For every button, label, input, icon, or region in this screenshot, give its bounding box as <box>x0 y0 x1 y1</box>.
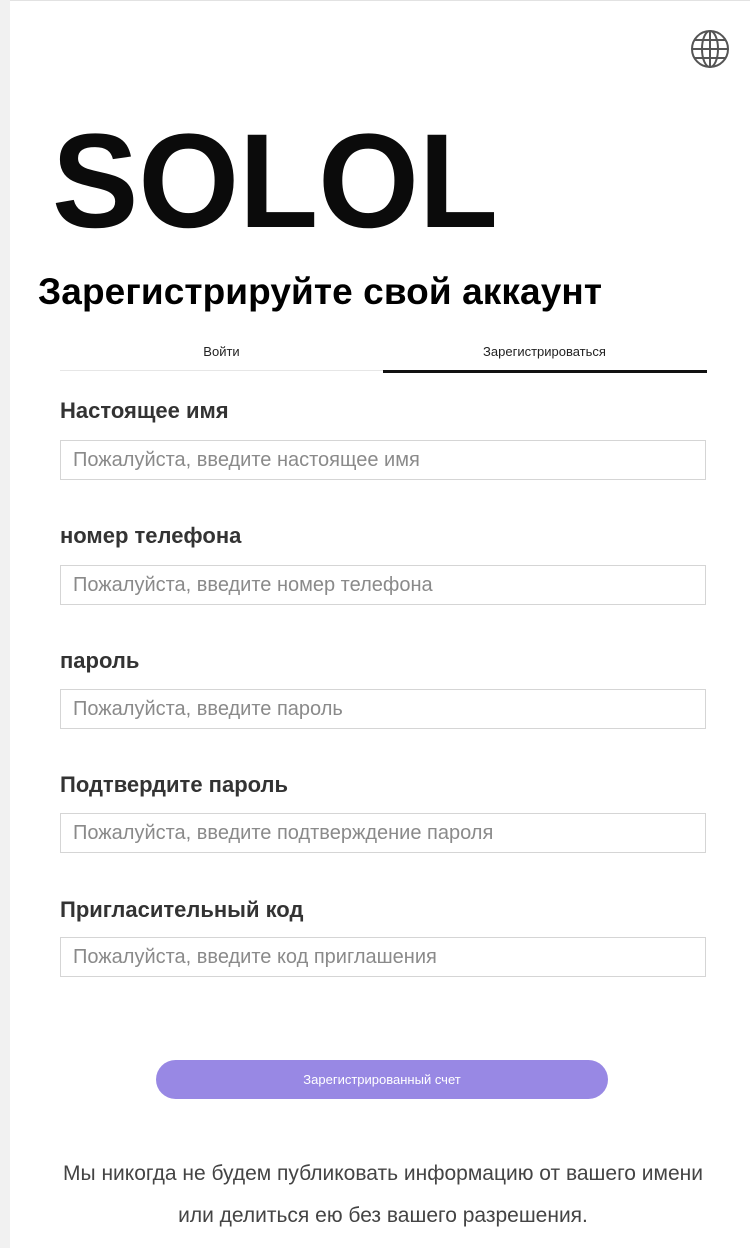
register-button[interactable]: Зарегистрированный счет <box>156 1060 608 1099</box>
confirm-password-input[interactable] <box>60 813 706 853</box>
auth-tabs: Войти Зарегистрироваться <box>60 331 707 373</box>
real-name-input[interactable] <box>60 440 706 480</box>
tab-login-label: Войти <box>203 343 240 359</box>
real-name-label: Настоящее имя <box>60 398 229 423</box>
brand-logo: SOLOL <box>52 107 508 256</box>
privacy-disclaimer: Мы никогда не будем публиковать информац… <box>63 1162 703 1227</box>
logo-text: SOLOL <box>52 119 498 239</box>
invite-code-label: Пригласительный код <box>60 897 304 922</box>
phone-input[interactable] <box>60 565 706 605</box>
tab-login[interactable]: Войти <box>60 331 383 371</box>
page-title: Зарегистрируйте свой аккаунт <box>38 271 603 312</box>
invite-code-input[interactable] <box>60 937 706 977</box>
globe-icon[interactable] <box>690 29 730 69</box>
tab-register[interactable]: Зарегистрироваться <box>383 331 707 373</box>
confirm-password-label: Подтвердите пароль <box>60 772 289 797</box>
tab-register-label: Зарегистрироваться <box>483 343 606 359</box>
password-label: пароль <box>60 648 140 673</box>
register-page: SOLOL Зарегистрируйте свой аккаунт Войти… <box>10 0 750 1248</box>
phone-label: номер телефона <box>60 523 242 548</box>
password-input[interactable] <box>60 689 706 729</box>
